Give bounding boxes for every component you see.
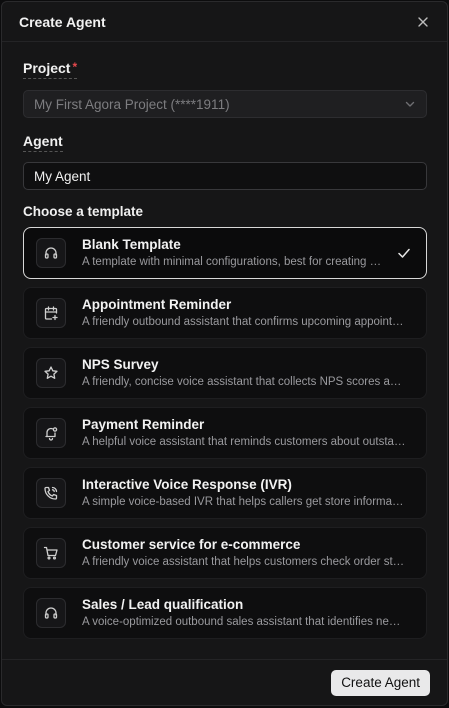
close-icon — [418, 16, 428, 27]
template-card-ivr[interactable]: Interactive Voice Response (IVR) A simpl… — [23, 467, 427, 519]
dialog-header: Create Agent — [2, 2, 447, 42]
template-text: Interactive Voice Response (IVR) A simpl… — [82, 477, 414, 509]
project-select[interactable]: My First Agora Project (****1911) — [23, 90, 427, 118]
template-text: Appointment Reminder A friendly outbound… — [82, 297, 414, 329]
template-description: A friendly outbound assistant that confi… — [82, 316, 406, 328]
template-section-title: Choose a template — [23, 204, 144, 219]
template-description: A simple voice-based IVR that helps call… — [82, 496, 406, 508]
cart-icon — [36, 538, 66, 568]
project-label: Project * — [23, 60, 78, 79]
template-text: Payment Reminder A helpful voice assista… — [82, 417, 414, 449]
template-card-appointment-reminder[interactable]: Appointment Reminder A friendly outbound… — [23, 287, 427, 339]
project-label-text: Project — [23, 60, 71, 76]
template-name: Payment Reminder — [82, 417, 205, 432]
template-card-ecommerce[interactable]: Customer service for e-commerce A friend… — [23, 527, 427, 579]
chevron-down-icon — [405, 101, 415, 107]
template-card-sales-lead[interactable]: Sales / Lead qualification A voice-optim… — [23, 587, 427, 639]
template-card-nps-survey[interactable]: NPS Survey A friendly, concise voice ass… — [23, 347, 427, 399]
phone-call-icon — [36, 478, 66, 508]
template-name: Blank Template — [82, 237, 181, 252]
create-agent-dialog: Create Agent Project * My First Agora Pro… — [1, 1, 448, 706]
template-name: Appointment Reminder — [82, 297, 232, 312]
dialog-content: Project * My First Agora Project (****191… — [2, 42, 447, 639]
project-select-value: My First Agora Project (****1911) — [34, 96, 230, 112]
required-mark: * — [72, 60, 78, 74]
close-button[interactable] — [415, 14, 431, 30]
headset-icon — [36, 598, 66, 628]
template-text: Blank Template A template with minimal c… — [82, 237, 414, 269]
calendar-plus-icon — [36, 298, 66, 328]
template-text: NPS Survey A friendly, concise voice ass… — [82, 357, 414, 389]
check-icon — [398, 248, 410, 258]
agent-label: Agent — [23, 133, 63, 152]
dialog-title: Create Agent — [19, 13, 106, 30]
template-description: A template with minimal configurations, … — [82, 256, 406, 268]
template-name: Customer service for e-commerce — [82, 537, 301, 552]
template-description: A friendly voice assistant that helps cu… — [82, 556, 406, 568]
headset-icon — [36, 238, 66, 268]
template-name: Sales / Lead qualification — [82, 597, 244, 612]
template-list: Blank Template A template with minimal c… — [23, 227, 427, 639]
template-text: Customer service for e-commerce A friend… — [82, 537, 414, 569]
template-name: NPS Survey — [82, 357, 159, 372]
template-name: Interactive Voice Response (IVR) — [82, 477, 292, 492]
template-card-blank[interactable]: Blank Template A template with minimal c… — [23, 227, 427, 279]
template-description: A helpful voice assistant that reminds c… — [82, 436, 406, 448]
create-agent-button[interactable]: Create Agent — [331, 669, 430, 696]
agent-name-input[interactable]: My Agent — [23, 162, 427, 190]
star-icon — [36, 358, 66, 388]
template-card-payment-reminder[interactable]: Payment Reminder A helpful voice assista… — [23, 407, 427, 459]
template-description: A voice-optimized outbound sales assista… — [82, 616, 406, 628]
dialog-footer: Create Agent — [2, 659, 447, 705]
bell-icon — [36, 418, 66, 448]
template-description: A friendly, concise voice assistant that… — [82, 376, 406, 388]
template-text: Sales / Lead qualification A voice-optim… — [82, 597, 414, 629]
